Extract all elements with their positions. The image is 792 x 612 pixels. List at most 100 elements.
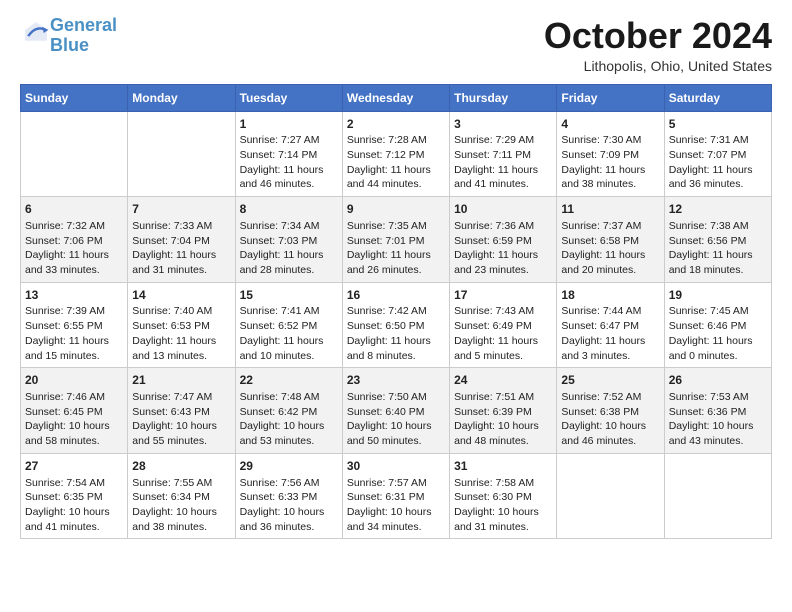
- day-number: 19: [669, 287, 767, 304]
- calendar-week-row: 20Sunrise: 7:46 AM Sunset: 6:45 PM Dayli…: [21, 368, 772, 454]
- calendar-day-cell: 14Sunrise: 7:40 AM Sunset: 6:53 PM Dayli…: [128, 282, 235, 368]
- calendar-day-cell: 13Sunrise: 7:39 AM Sunset: 6:55 PM Dayli…: [21, 282, 128, 368]
- day-detail: Sunrise: 7:40 AM Sunset: 6:53 PM Dayligh…: [132, 304, 230, 363]
- calendar-day-cell: 8Sunrise: 7:34 AM Sunset: 7:03 PM Daylig…: [235, 197, 342, 283]
- day-detail: Sunrise: 7:52 AM Sunset: 6:38 PM Dayligh…: [561, 390, 659, 449]
- day-number: 8: [240, 201, 338, 218]
- day-number: 10: [454, 201, 552, 218]
- calendar-day-cell: 6Sunrise: 7:32 AM Sunset: 7:06 PM Daylig…: [21, 197, 128, 283]
- day-detail: Sunrise: 7:55 AM Sunset: 6:34 PM Dayligh…: [132, 476, 230, 535]
- day-detail: Sunrise: 7:38 AM Sunset: 6:56 PM Dayligh…: [669, 219, 767, 278]
- logo-blue: Blue: [50, 35, 89, 55]
- calendar-day-cell: 31Sunrise: 7:58 AM Sunset: 6:30 PM Dayli…: [450, 453, 557, 539]
- day-detail: Sunrise: 7:31 AM Sunset: 7:07 PM Dayligh…: [669, 133, 767, 192]
- day-number: 3: [454, 116, 552, 133]
- day-detail: Sunrise: 7:56 AM Sunset: 6:33 PM Dayligh…: [240, 476, 338, 535]
- calendar-day-cell: 30Sunrise: 7:57 AM Sunset: 6:31 PM Dayli…: [342, 453, 449, 539]
- day-number: 26: [669, 372, 767, 389]
- calendar-week-row: 1Sunrise: 7:27 AM Sunset: 7:14 PM Daylig…: [21, 111, 772, 197]
- logo-icon: [22, 19, 50, 47]
- day-number: 12: [669, 201, 767, 218]
- day-detail: Sunrise: 7:44 AM Sunset: 6:47 PM Dayligh…: [561, 304, 659, 363]
- calendar-day-cell: [557, 453, 664, 539]
- day-number: 7: [132, 201, 230, 218]
- day-number: 30: [347, 458, 445, 475]
- weekday-header: Monday: [128, 84, 235, 111]
- day-number: 17: [454, 287, 552, 304]
- day-number: 31: [454, 458, 552, 475]
- calendar-day-cell: 25Sunrise: 7:52 AM Sunset: 6:38 PM Dayli…: [557, 368, 664, 454]
- calendar-day-cell: 24Sunrise: 7:51 AM Sunset: 6:39 PM Dayli…: [450, 368, 557, 454]
- day-detail: Sunrise: 7:28 AM Sunset: 7:12 PM Dayligh…: [347, 133, 445, 192]
- calendar-day-cell: [128, 111, 235, 197]
- day-number: 14: [132, 287, 230, 304]
- day-detail: Sunrise: 7:36 AM Sunset: 6:59 PM Dayligh…: [454, 219, 552, 278]
- day-detail: Sunrise: 7:39 AM Sunset: 6:55 PM Dayligh…: [25, 304, 123, 363]
- day-detail: Sunrise: 7:46 AM Sunset: 6:45 PM Dayligh…: [25, 390, 123, 449]
- logo-general: General: [50, 15, 117, 35]
- day-detail: Sunrise: 7:27 AM Sunset: 7:14 PM Dayligh…: [240, 133, 338, 192]
- calendar-day-cell: 21Sunrise: 7:47 AM Sunset: 6:43 PM Dayli…: [128, 368, 235, 454]
- calendar-week-row: 27Sunrise: 7:54 AM Sunset: 6:35 PM Dayli…: [21, 453, 772, 539]
- day-number: 25: [561, 372, 659, 389]
- weekday-header: Tuesday: [235, 84, 342, 111]
- weekday-header: Thursday: [450, 84, 557, 111]
- title-block: October 2024 Lithopolis, Ohio, United St…: [544, 16, 772, 74]
- day-number: 5: [669, 116, 767, 133]
- day-number: 20: [25, 372, 123, 389]
- weekday-header: Saturday: [664, 84, 771, 111]
- calendar-day-cell: 16Sunrise: 7:42 AM Sunset: 6:50 PM Dayli…: [342, 282, 449, 368]
- calendar-day-cell: 20Sunrise: 7:46 AM Sunset: 6:45 PM Dayli…: [21, 368, 128, 454]
- day-detail: Sunrise: 7:58 AM Sunset: 6:30 PM Dayligh…: [454, 476, 552, 535]
- calendar-day-cell: 22Sunrise: 7:48 AM Sunset: 6:42 PM Dayli…: [235, 368, 342, 454]
- calendar-day-cell: 15Sunrise: 7:41 AM Sunset: 6:52 PM Dayli…: [235, 282, 342, 368]
- calendar-day-cell: 7Sunrise: 7:33 AM Sunset: 7:04 PM Daylig…: [128, 197, 235, 283]
- day-number: 9: [347, 201, 445, 218]
- calendar-day-cell: 10Sunrise: 7:36 AM Sunset: 6:59 PM Dayli…: [450, 197, 557, 283]
- calendar-day-cell: 28Sunrise: 7:55 AM Sunset: 6:34 PM Dayli…: [128, 453, 235, 539]
- calendar-day-cell: 4Sunrise: 7:30 AM Sunset: 7:09 PM Daylig…: [557, 111, 664, 197]
- calendar-day-cell: 12Sunrise: 7:38 AM Sunset: 6:56 PM Dayli…: [664, 197, 771, 283]
- day-detail: Sunrise: 7:43 AM Sunset: 6:49 PM Dayligh…: [454, 304, 552, 363]
- calendar-day-cell: 1Sunrise: 7:27 AM Sunset: 7:14 PM Daylig…: [235, 111, 342, 197]
- logo: General Blue: [20, 16, 117, 56]
- page: General Blue October 2024 Lithopolis, Oh…: [0, 0, 792, 555]
- month-title: October 2024: [544, 16, 772, 56]
- calendar-day-cell: [21, 111, 128, 197]
- day-detail: Sunrise: 7:29 AM Sunset: 7:11 PM Dayligh…: [454, 133, 552, 192]
- calendar-day-cell: [664, 453, 771, 539]
- day-number: 23: [347, 372, 445, 389]
- day-number: 27: [25, 458, 123, 475]
- day-detail: Sunrise: 7:50 AM Sunset: 6:40 PM Dayligh…: [347, 390, 445, 449]
- weekday-header: Friday: [557, 84, 664, 111]
- day-number: 11: [561, 201, 659, 218]
- weekday-header: Sunday: [21, 84, 128, 111]
- calendar-day-cell: 3Sunrise: 7:29 AM Sunset: 7:11 PM Daylig…: [450, 111, 557, 197]
- day-number: 16: [347, 287, 445, 304]
- calendar-day-cell: 11Sunrise: 7:37 AM Sunset: 6:58 PM Dayli…: [557, 197, 664, 283]
- calendar-day-cell: 27Sunrise: 7:54 AM Sunset: 6:35 PM Dayli…: [21, 453, 128, 539]
- day-detail: Sunrise: 7:45 AM Sunset: 6:46 PM Dayligh…: [669, 304, 767, 363]
- calendar-day-cell: 9Sunrise: 7:35 AM Sunset: 7:01 PM Daylig…: [342, 197, 449, 283]
- day-number: 2: [347, 116, 445, 133]
- calendar-day-cell: 29Sunrise: 7:56 AM Sunset: 6:33 PM Dayli…: [235, 453, 342, 539]
- day-number: 29: [240, 458, 338, 475]
- calendar-day-cell: 17Sunrise: 7:43 AM Sunset: 6:49 PM Dayli…: [450, 282, 557, 368]
- day-detail: Sunrise: 7:41 AM Sunset: 6:52 PM Dayligh…: [240, 304, 338, 363]
- day-number: 15: [240, 287, 338, 304]
- day-detail: Sunrise: 7:34 AM Sunset: 7:03 PM Dayligh…: [240, 219, 338, 278]
- logo-text: General Blue: [50, 16, 117, 56]
- day-number: 24: [454, 372, 552, 389]
- day-detail: Sunrise: 7:32 AM Sunset: 7:06 PM Dayligh…: [25, 219, 123, 278]
- day-detail: Sunrise: 7:30 AM Sunset: 7:09 PM Dayligh…: [561, 133, 659, 192]
- calendar-day-cell: 18Sunrise: 7:44 AM Sunset: 6:47 PM Dayli…: [557, 282, 664, 368]
- calendar-day-cell: 2Sunrise: 7:28 AM Sunset: 7:12 PM Daylig…: [342, 111, 449, 197]
- day-number: 4: [561, 116, 659, 133]
- day-number: 28: [132, 458, 230, 475]
- day-detail: Sunrise: 7:51 AM Sunset: 6:39 PM Dayligh…: [454, 390, 552, 449]
- calendar-day-cell: 26Sunrise: 7:53 AM Sunset: 6:36 PM Dayli…: [664, 368, 771, 454]
- day-detail: Sunrise: 7:57 AM Sunset: 6:31 PM Dayligh…: [347, 476, 445, 535]
- location: Lithopolis, Ohio, United States: [544, 58, 772, 74]
- weekday-header: Wednesday: [342, 84, 449, 111]
- calendar-table: SundayMondayTuesdayWednesdayThursdayFrid…: [20, 84, 772, 540]
